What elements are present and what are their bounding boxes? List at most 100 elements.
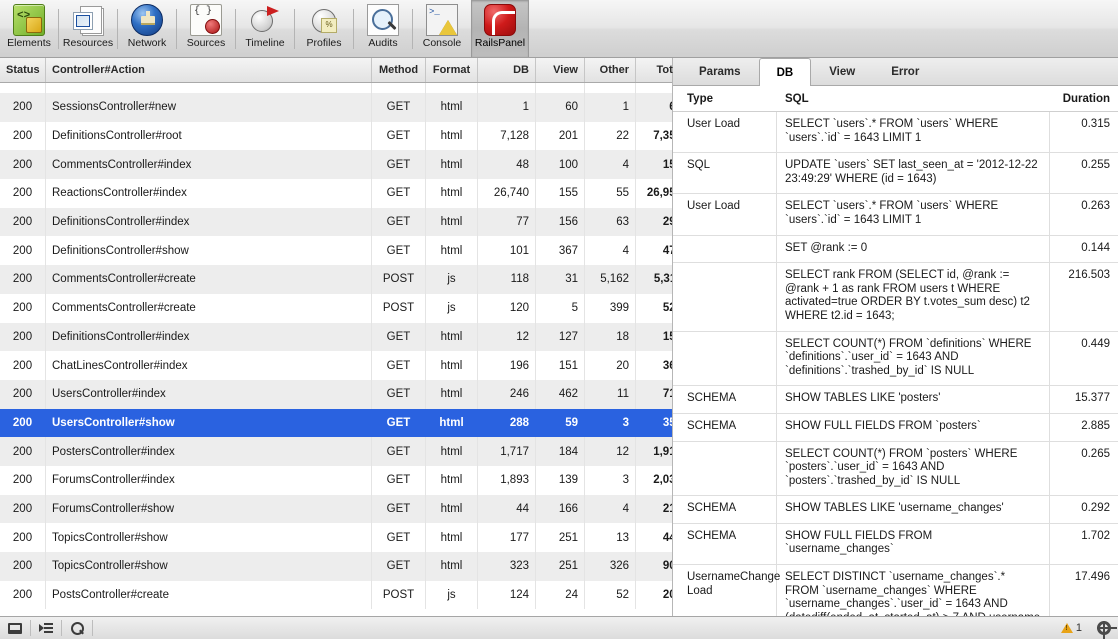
cell-method: GET bbox=[372, 83, 426, 93]
sql-row[interactable]: User Load SELECT `users`.* FROM `users` W… bbox=[673, 194, 1118, 236]
cell-format: html bbox=[426, 322, 478, 352]
cell-type bbox=[673, 441, 777, 496]
toolbar-tab-railspanel[interactable]: RailsPanel bbox=[471, 0, 529, 57]
network-icon bbox=[131, 4, 163, 36]
cell-sql: SELECT DISTINCT `username_changes`.* FRO… bbox=[777, 565, 1050, 616]
sql-row[interactable]: SCHEMA SHOW TABLES LIKE 'posters' 15.377 bbox=[673, 386, 1118, 414]
cell-type: SCHEMA bbox=[673, 523, 777, 565]
table-row[interactable]: 200 CommentsController#index GET html 48 100 4… bbox=[0, 150, 672, 180]
toolbar-tab-timeline[interactable]: Timeline bbox=[236, 0, 294, 57]
sql-row[interactable]: SELECT COUNT(*) FROM `posters` WHERE `po… bbox=[673, 441, 1118, 497]
table-row[interactable]: 200ForumsController#showGEThtml441664214 bbox=[0, 494, 672, 524]
toolbar-tab-console[interactable]: Console bbox=[413, 0, 471, 57]
toolbar-tab-profiles[interactable]: Profiles bbox=[295, 0, 353, 57]
cell-method: GET bbox=[372, 408, 426, 438]
column-header-format[interactable]: Format bbox=[426, 58, 478, 82]
cell-view: 151 bbox=[536, 351, 585, 380]
cell-format: html bbox=[426, 408, 478, 438]
table-row[interactable]: 200 DefinitionsController#index GET html 77 1… bbox=[0, 207, 672, 237]
sql-row[interactable]: SQL UPDATE `users` SET last_seen_at = '20… bbox=[673, 153, 1118, 195]
column-header-other[interactable]: Other bbox=[585, 58, 636, 82]
toolbar-tab-network[interactable]: Network bbox=[118, 0, 176, 57]
table-row[interactable]: 200UsersController#showGEThtml288593350 bbox=[0, 408, 672, 438]
column-header-method[interactable]: Method bbox=[372, 58, 426, 82]
requests-table-body[interactable]: 200DefinitionsController#rootGEThtml5453… bbox=[0, 83, 672, 616]
toolbar-tab-audits[interactable]: Audits bbox=[354, 0, 412, 57]
table-row[interactable]: 200SessionsController#newGEThtml160162 bbox=[0, 93, 672, 122]
cell-format: html bbox=[426, 351, 478, 380]
cell-db: 124 bbox=[478, 580, 536, 610]
cell-other: 4 bbox=[585, 150, 636, 180]
warning-count: 1 bbox=[1075, 622, 1082, 634]
cell-sql: SELECT `users`.* FROM `users` WHERE `use… bbox=[777, 112, 1050, 153]
tab-error[interactable]: Error bbox=[873, 58, 937, 85]
dock-panel-icon[interactable] bbox=[0, 617, 30, 639]
table-row[interactable]: 200 CommentsController#create POST js 118 31 5… bbox=[0, 265, 672, 294]
sql-row[interactable]: SCHEMA SHOW TABLES LIKE 'username_changes… bbox=[673, 496, 1118, 524]
sql-row[interactable]: SCHEMA SHOW FULL FIELDS FROM `posters` 2.8… bbox=[673, 413, 1118, 442]
cell-type bbox=[673, 331, 777, 386]
column-header-status[interactable]: Status bbox=[0, 58, 46, 82]
frames-icon[interactable] bbox=[31, 617, 61, 639]
search-icon[interactable] bbox=[62, 617, 92, 639]
cell-status: 200 bbox=[0, 83, 46, 93]
toolbar-tab-sources[interactable]: Sources bbox=[177, 0, 235, 57]
cell-action: UsersController#show bbox=[46, 408, 372, 438]
tab-view[interactable]: View bbox=[811, 58, 873, 85]
cell-sql: SET @rank := 0 bbox=[777, 235, 1050, 263]
tab-params[interactable]: Params bbox=[681, 58, 759, 85]
cell-total: 472 bbox=[636, 236, 672, 265]
table-row[interactable]: 200 ChatLinesController#index GET html 196 15… bbox=[0, 351, 672, 380]
sql-table-body[interactable]: User Load SELECT `users`.* FROM `users` W… bbox=[673, 112, 1118, 616]
sql-row[interactable]: SET @rank := 0 0.144 bbox=[673, 235, 1118, 264]
cell-sql: SHOW TABLES LIKE 'posters' bbox=[777, 386, 1050, 413]
table-row[interactable]: 200 CommentsController#create POST js 120 5 39… bbox=[0, 293, 672, 323]
warning-indicator[interactable]: 1 bbox=[1060, 622, 1090, 634]
sql-row[interactable]: SELECT COUNT(*) FROM `definitions` WHERE… bbox=[673, 331, 1118, 387]
table-row[interactable]: 200DefinitionsController#rootGEThtml5453… bbox=[0, 83, 672, 93]
table-row[interactable]: 200 UsersController#index GET html 246 462 11 7… bbox=[0, 379, 672, 409]
cell-total: 5,311 bbox=[636, 265, 672, 294]
sql-row[interactable]: UsernameChange Load SELECT DISTINCT `user… bbox=[673, 565, 1118, 616]
toolbar-tab-label: Console bbox=[422, 37, 462, 49]
cell-method: GET bbox=[372, 322, 426, 352]
table-row[interactable]: 200 TopicsController#show GET html 323 251 326… bbox=[0, 552, 672, 581]
cell-sql: SELECT COUNT(*) FROM `posters` WHERE `po… bbox=[777, 441, 1050, 496]
table-row[interactable]: 200 DefinitionsController#show GET html 101 3… bbox=[0, 236, 672, 266]
cell-db: 323 bbox=[478, 552, 536, 581]
toolbar-tab-elements[interactable]: Elements bbox=[0, 0, 58, 57]
cell-format: html bbox=[426, 465, 478, 495]
table-row[interactable]: 200 TopicsController#show GET html 177 251 13 4… bbox=[0, 523, 672, 552]
cell-db: 196 bbox=[478, 351, 536, 380]
requests-table-header: Status Controller#Action Method Format D… bbox=[0, 58, 702, 83]
cell-total: 26,950 bbox=[636, 179, 672, 208]
tab-db[interactable]: DB bbox=[758, 58, 812, 86]
sql-row[interactable]: User Load SELECT `users`.* FROM `users` W… bbox=[673, 112, 1118, 154]
cell-other: 399 bbox=[585, 293, 636, 323]
cell-status: 200 bbox=[0, 379, 46, 409]
column-header-view[interactable]: View bbox=[536, 58, 585, 82]
sql-row[interactable]: SELECT rank FROM (SELECT id, @rank := @r… bbox=[673, 263, 1118, 332]
cell-db: 120 bbox=[478, 293, 536, 323]
table-row[interactable]: 200 ForumsController#index GET html 1,893 139… bbox=[0, 465, 672, 495]
toolbar-tab-resources[interactable]: Resources bbox=[59, 0, 117, 57]
table-row[interactable]: 200 ReactionsController#index GET html 26,74… bbox=[0, 179, 672, 208]
cell-total: 900 bbox=[636, 552, 672, 581]
column-header-db[interactable]: DB bbox=[478, 58, 536, 82]
cell-view: 251 bbox=[536, 552, 585, 581]
table-row[interactable]: 200 DefinitionsController#root GET html 7,12… bbox=[0, 121, 672, 151]
cell-method: GET bbox=[372, 207, 426, 237]
column-header-controller-action[interactable]: Controller#Action bbox=[46, 58, 372, 82]
gear-icon[interactable] bbox=[1090, 621, 1118, 639]
sql-row[interactable]: SCHEMA SHOW FULL FIELDS FROM `username_ch… bbox=[673, 523, 1118, 566]
table-row[interactable]: 200 PostersController#index GET html 1,717 18… bbox=[0, 437, 672, 466]
devtools-window: Elements Resources Network Sources Timel… bbox=[0, 0, 1118, 639]
table-row[interactable]: 200 DefinitionsController#index GET html 12 1… bbox=[0, 322, 672, 352]
cell-total: 524 bbox=[636, 294, 672, 323]
toolbar-tab-label: Audits bbox=[368, 37, 398, 49]
table-row[interactable]: 200PostsController#createPOSTjs124245220… bbox=[0, 580, 672, 610]
cell-status: 200 bbox=[0, 322, 46, 352]
sql-table-header: Type SQL Duration bbox=[673, 86, 1118, 112]
cell-db: 177 bbox=[478, 523, 536, 552]
cell-duration: 0.449 bbox=[1081, 337, 1110, 350]
